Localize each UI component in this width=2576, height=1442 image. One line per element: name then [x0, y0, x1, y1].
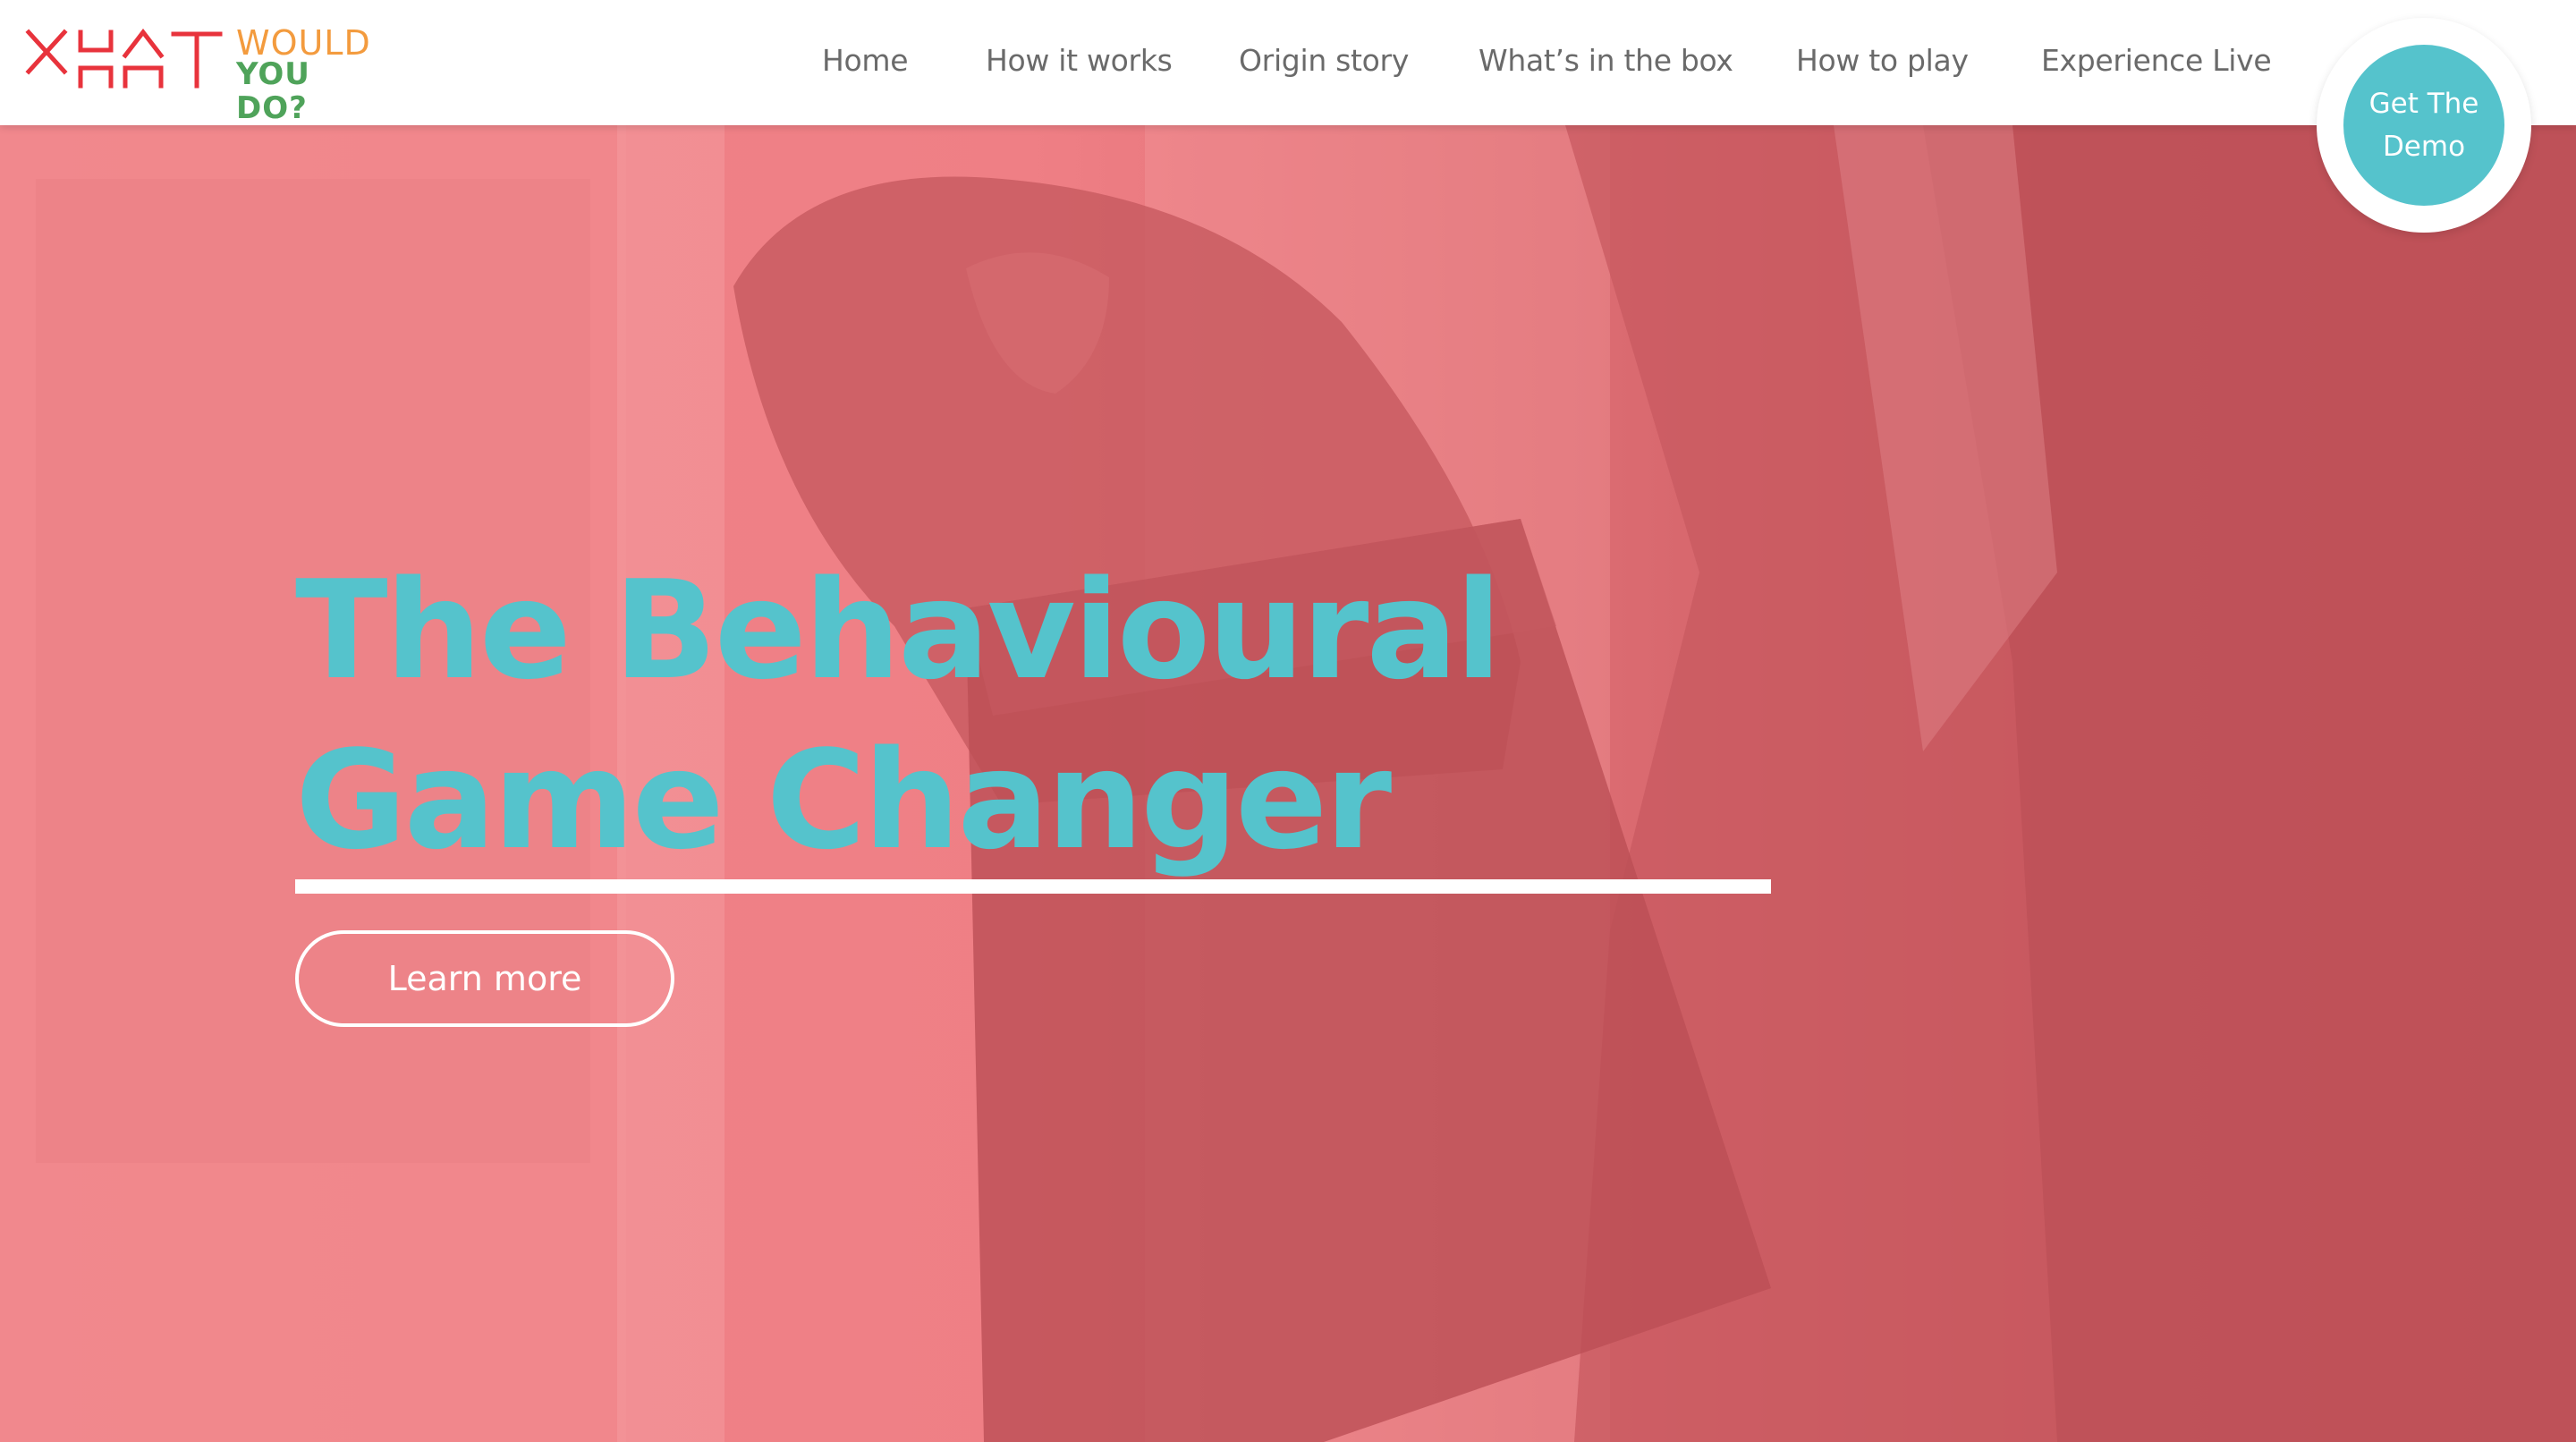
nav-item-how-it-works[interactable]: How it works — [986, 43, 1173, 78]
hero-headline-line-2: Game Changer — [295, 721, 1392, 879]
hero-headline-line-1: The Behavioural — [295, 551, 1502, 709]
nav-item-whats-in-the-box[interactable]: What’s in the box — [1479, 43, 1733, 78]
nav-item-home[interactable]: Home — [822, 43, 909, 78]
site-header: WOULD YOU DO? Home How it works Origin s… — [0, 0, 2576, 125]
main-nav: Home How it works Origin story What’s in… — [0, 0, 2576, 125]
hero-headline: The Behavioural Game Changer — [295, 546, 1637, 886]
get-demo-badge: Get The Demo — [2317, 18, 2531, 233]
nav-item-how-to-play[interactable]: How to play — [1796, 43, 1969, 78]
nav-item-experience-live[interactable]: Experience Live — [2041, 43, 2272, 78]
hero-section: The Behavioural Game Changer Learn more — [0, 125, 2576, 1442]
headline-divider — [295, 879, 1771, 894]
get-demo-button[interactable]: Get The Demo — [2343, 45, 2504, 206]
learn-more-button[interactable]: Learn more — [295, 930, 674, 1027]
nav-item-origin-story[interactable]: Origin story — [1239, 43, 1409, 78]
